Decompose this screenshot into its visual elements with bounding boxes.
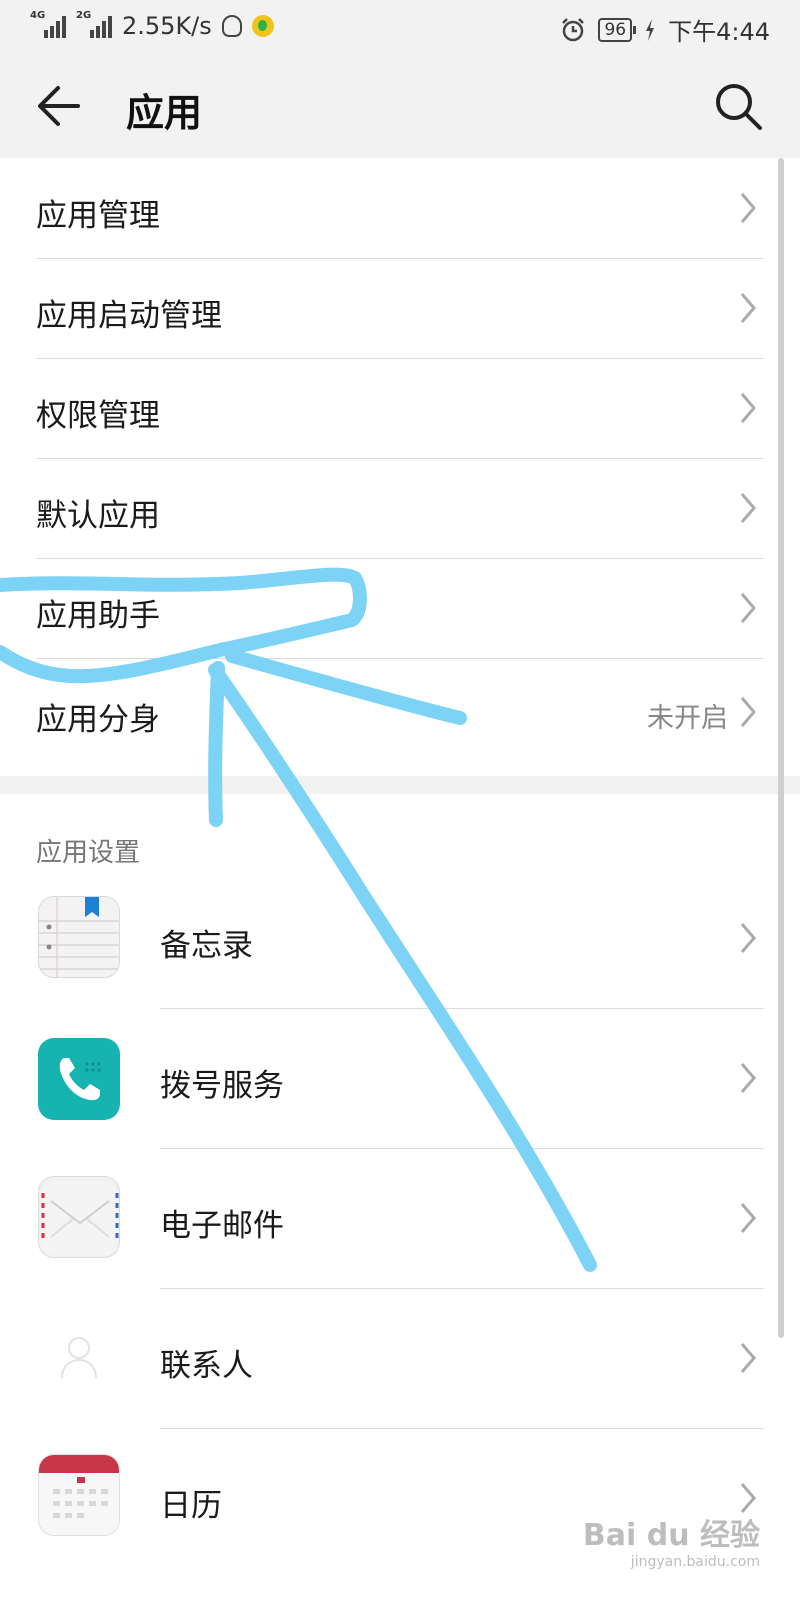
status-left: 4G 2G 2.55K/s bbox=[30, 10, 274, 40]
watermark-brand: Bai du 经验 bbox=[582, 1518, 760, 1553]
menu-item-app-twin[interactable]: 应用分身 未开启 bbox=[0, 658, 800, 766]
contacts-icon bbox=[38, 1316, 120, 1398]
signal-icon-1: 4G bbox=[30, 10, 66, 38]
search-icon[interactable] bbox=[710, 78, 766, 134]
menu-item-label: 应用分身 bbox=[36, 702, 160, 738]
chevron-right-icon bbox=[740, 393, 756, 423]
app-settings-list: 备忘录 拨号服务 电子邮件 联系人 日历 bbox=[0, 868, 800, 1600]
calendar-icon bbox=[38, 1454, 120, 1536]
chevron-right-icon bbox=[740, 293, 756, 323]
settings-menu: 应用管理 应用启动管理 权限管理 默认应用 应用助手 应用分身 未开启 bbox=[0, 158, 800, 776]
menu-item-startup-management[interactable]: 应用启动管理 bbox=[0, 258, 800, 358]
app-row-email[interactable]: 电子邮件 bbox=[0, 1148, 800, 1288]
network-type-1: 4G bbox=[30, 10, 46, 21]
menu-item-label: 应用助手 bbox=[36, 598, 160, 634]
app-twin-status: 未开启 bbox=[647, 703, 728, 734]
menu-item-app-assistant[interactable]: 应用助手 bbox=[0, 558, 800, 658]
music-app-icon bbox=[251, 15, 274, 37]
chevron-right-icon bbox=[740, 1203, 756, 1233]
menu-item-label: 应用启动管理 bbox=[36, 298, 222, 334]
status-bar: 4G 2G 2.55K/s 96 下午4:44 bbox=[0, 0, 800, 56]
app-label: 电子邮件 bbox=[160, 1208, 284, 1244]
app-row-contacts[interactable]: 联系人 bbox=[0, 1288, 800, 1428]
chevron-right-icon bbox=[740, 493, 756, 523]
app-row-memo[interactable]: 备忘录 bbox=[0, 868, 800, 1008]
charging-icon bbox=[646, 18, 655, 41]
network-type-2: 2G bbox=[76, 10, 92, 21]
app-label: 拨号服务 bbox=[160, 1068, 284, 1104]
network-speed: 2.55K/s bbox=[122, 12, 212, 40]
alarm-icon bbox=[562, 17, 585, 41]
chevron-right-icon bbox=[740, 1063, 756, 1093]
menu-item-label: 权限管理 bbox=[36, 398, 160, 434]
page-title: 应用 bbox=[126, 91, 203, 135]
memo-icon bbox=[38, 896, 120, 978]
chevron-right-icon bbox=[740, 697, 756, 727]
menu-item-app-management[interactable]: 应用管理 bbox=[0, 158, 800, 258]
battery-indicator: 96 bbox=[598, 17, 636, 42]
qq-icon bbox=[221, 15, 242, 37]
phone-icon bbox=[38, 1038, 120, 1120]
chevron-right-icon bbox=[740, 193, 756, 223]
chevron-right-icon bbox=[740, 923, 756, 953]
app-label: 日历 bbox=[160, 1488, 222, 1524]
watermark-url: jingyan.baidu.com bbox=[630, 1554, 760, 1570]
menu-item-default-apps[interactable]: 默认应用 bbox=[0, 458, 800, 558]
status-right: 96 下午4:44 bbox=[560, 12, 770, 47]
app-label: 备忘录 bbox=[160, 928, 253, 964]
chevron-right-icon bbox=[740, 1343, 756, 1373]
chevron-right-icon bbox=[740, 593, 756, 623]
scrollbar[interactable] bbox=[778, 158, 784, 1338]
app-row-dialer[interactable]: 拨号服务 bbox=[0, 1008, 800, 1148]
back-arrow-icon[interactable] bbox=[34, 78, 90, 134]
section-header-app-settings: 应用设置 bbox=[36, 838, 141, 868]
section-gap bbox=[0, 776, 800, 794]
menu-item-label: 应用管理 bbox=[36, 198, 160, 234]
app-bar: 应用 bbox=[0, 56, 800, 158]
menu-item-label: 默认应用 bbox=[36, 498, 160, 534]
signal-icon-2: 2G bbox=[76, 10, 112, 38]
watermark: Bai du 经验 jingyan.baidu.com bbox=[583, 1510, 760, 1570]
app-label: 联系人 bbox=[160, 1348, 253, 1384]
email-icon bbox=[38, 1176, 120, 1258]
clock: 下午4:44 bbox=[668, 18, 770, 46]
menu-item-permission-management[interactable]: 权限管理 bbox=[0, 358, 800, 458]
